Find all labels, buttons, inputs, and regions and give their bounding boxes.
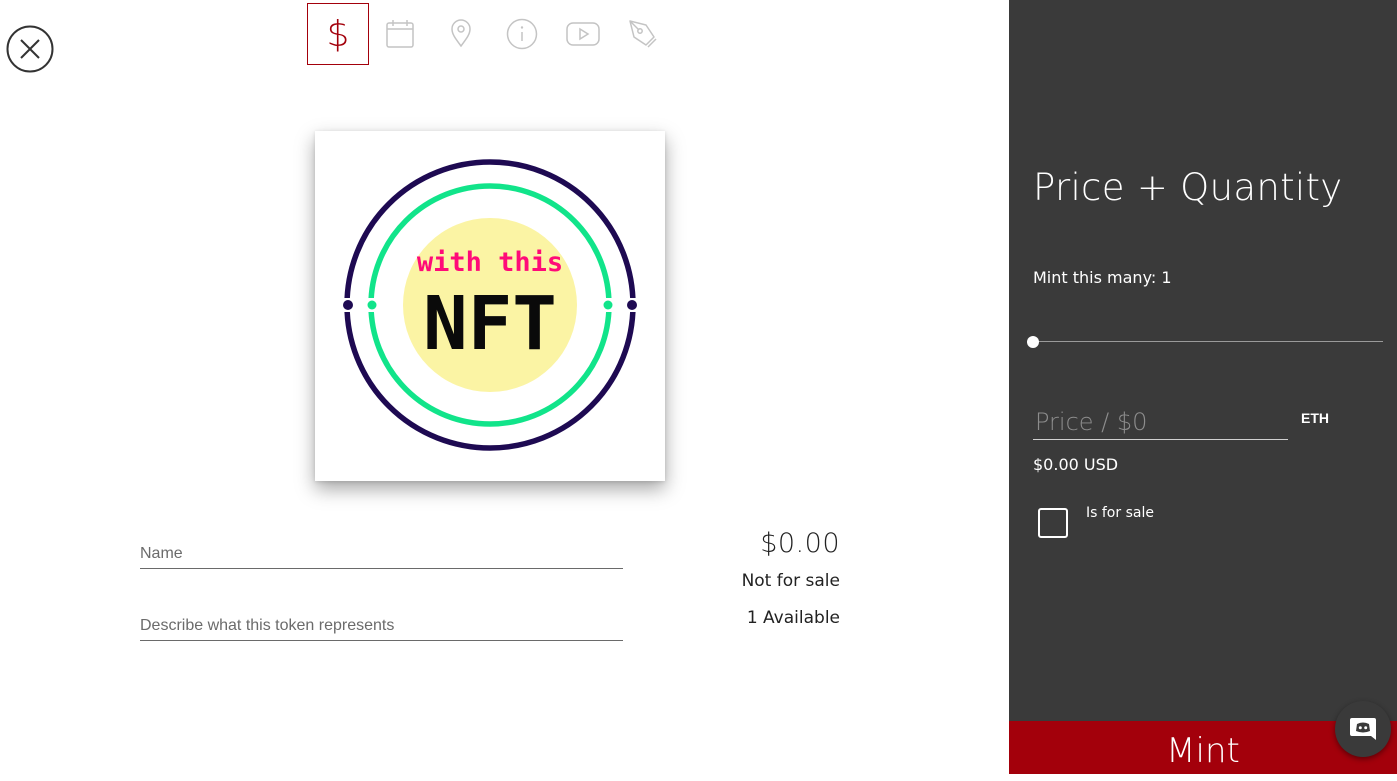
tab-date[interactable] [369,3,431,65]
name-input[interactable] [140,539,623,568]
description-input[interactable] [140,611,623,640]
dollar-icon: $ [327,14,350,54]
nft-preview-card: with this NFT [315,131,665,481]
availability-count: 1 Available [746,608,840,628]
sale-status: Not for sale [741,571,840,591]
price-quantity-panel: Price + Quantity Mint this many: 1 ETH $… [1009,0,1397,774]
currency-label: ETH [1301,410,1329,426]
location-pin-icon [451,19,471,48]
for-sale-checkbox[interactable] [1038,508,1068,538]
nft-text-line1: with this [417,247,563,278]
for-sale-label: Is for sale [1086,505,1154,521]
tab-info[interactable] [491,3,553,65]
close-button[interactable] [6,25,54,73]
svg-text:$: $ [327,14,350,54]
tab-price[interactable]: $ [307,3,369,65]
description-field [140,611,623,641]
price-display: $0.00 [760,528,840,559]
discord-icon [1350,718,1376,740]
nft-text-line2: NFT [423,281,557,367]
tab-location[interactable] [430,3,492,65]
tab-signature[interactable] [612,3,674,65]
quantity-slider-thumb[interactable] [1027,336,1039,348]
info-icon [506,18,538,50]
usd-value: $0.00 USD [1033,455,1119,474]
panel-title: Price + Quantity [1033,166,1343,209]
price-input[interactable] [1033,405,1290,439]
name-field [140,539,623,569]
calendar-icon [386,20,414,48]
close-circle-icon [6,25,54,73]
price-field [1033,405,1290,440]
tab-video[interactable] [552,3,614,65]
pen-icon [629,20,657,48]
mint-count-label: Mint this many: 1 [1033,268,1172,287]
youtube-icon [566,22,600,46]
quantity-slider-track[interactable] [1033,341,1383,342]
discord-chat-button[interactable] [1335,701,1391,757]
nft-logo-image: with this NFT [341,159,639,451]
